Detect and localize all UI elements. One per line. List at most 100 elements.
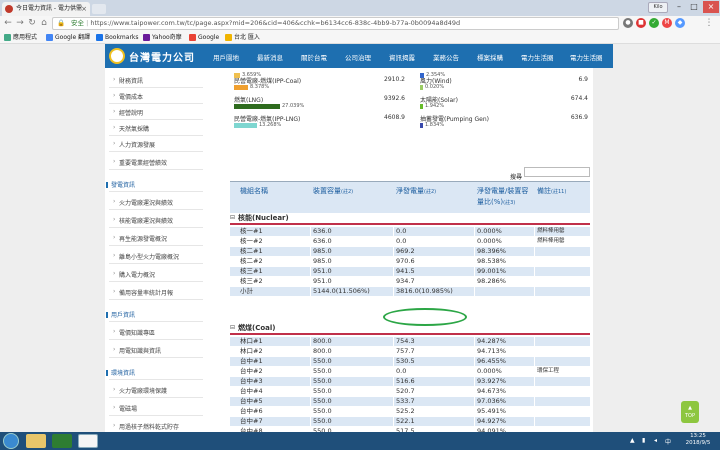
tab-close-icon[interactable]: × bbox=[81, 2, 87, 16]
table-row[interactable]: 核二#2 985.0 970.6 98.538% bbox=[230, 257, 590, 266]
chrome-icon[interactable] bbox=[78, 434, 98, 448]
group-nuclear[interactable]: 核能(Nuclear) bbox=[230, 213, 590, 223]
sidebar-item[interactable]: 購入電力概況 bbox=[105, 270, 205, 279]
close-window-icon[interactable]: × bbox=[703, 1, 719, 13]
table-row[interactable]: 核一#1 636.0 0.0 0.000% 燃料棒用罄 bbox=[230, 227, 590, 236]
maximize-icon[interactable]: □ bbox=[687, 1, 701, 13]
adblock-icon[interactable]: ■ bbox=[636, 18, 646, 28]
sidebar-item[interactable]: 天然氣採購 bbox=[105, 124, 205, 133]
volume-icon[interactable]: ◂ bbox=[654, 437, 657, 444]
browser-tab[interactable]: 今日電力資訊 - 電力供需 × bbox=[2, 2, 90, 16]
bookmark-apps[interactable]: 應用程式 bbox=[4, 31, 37, 44]
table-cell: 550.0 bbox=[313, 377, 332, 385]
reload-icon[interactable]: ↻ bbox=[26, 17, 38, 29]
bookmark-google[interactable]: Google bbox=[189, 31, 219, 44]
menu-item-6[interactable]: 業務公告 bbox=[433, 52, 459, 62]
gmail-icon[interactable]: M bbox=[662, 18, 672, 28]
table-cell: 985.0 bbox=[313, 247, 332, 255]
sidebar-divider bbox=[109, 245, 203, 246]
sidebar-item[interactable]: 火力電廠運況與績效 bbox=[105, 198, 205, 207]
table-row[interactable]: 台中#7 550.0 522.1 94.927% bbox=[230, 417, 590, 426]
bookmark-google-translate[interactable]: Google 翻譯 bbox=[46, 31, 90, 44]
sidebar-item[interactable]: 核能電廠運況與績效 bbox=[105, 216, 205, 225]
menu-item-4[interactable]: 公司治理 bbox=[345, 52, 371, 62]
menu-item-5[interactable]: 資訊揭露 bbox=[389, 52, 415, 62]
table-cell: 800.0 bbox=[313, 337, 332, 345]
minimize-icon[interactable]: – bbox=[672, 1, 686, 13]
excel-icon[interactable] bbox=[52, 434, 72, 448]
table-row[interactable]: 台中#2 550.0 0.0 0.000% 環保工程 bbox=[230, 367, 590, 376]
menu-item-9[interactable]: 電力生活圈 bbox=[570, 52, 603, 62]
cell-divider bbox=[310, 377, 311, 386]
cell-divider bbox=[534, 387, 535, 396]
table-cell: 98.396% bbox=[477, 247, 506, 255]
back-to-top-button[interactable]: ▲ TOP bbox=[681, 401, 699, 423]
bookmark-bookmarks[interactable]: Bookmarks bbox=[96, 31, 139, 44]
table-row[interactable]: 核一#2 636.0 0.0 0.000% 燃料棒用罄 bbox=[230, 237, 590, 246]
bookmark-import[interactable]: 台北 匯入 bbox=[225, 31, 260, 44]
capacity-bar bbox=[234, 123, 257, 128]
sidebar-item[interactable]: 人力資源發展 bbox=[105, 140, 205, 149]
table-cell: 核一#1 bbox=[240, 227, 263, 235]
sidebar-item[interactable]: 電價知識專區 bbox=[105, 328, 205, 337]
table-row[interactable]: 核三#1 951.0 941.5 99.001% bbox=[230, 267, 590, 276]
sidebar-item[interactable]: 備用容量率統計月報 bbox=[105, 288, 205, 297]
taipower-logo-icon[interactable] bbox=[109, 48, 125, 64]
bookmark-yahoo[interactable]: Yahoo奇摩 bbox=[143, 31, 182, 44]
table-cell: 94.713% bbox=[477, 347, 506, 355]
user-profile-badge[interactable]: Kilo bbox=[648, 2, 668, 13]
sidebar-item[interactable]: 用電知識與資訊 bbox=[105, 346, 205, 355]
tray-up-icon[interactable]: ▲ bbox=[630, 437, 635, 444]
table-cell: 台中#5 bbox=[240, 397, 263, 405]
ime-icon[interactable]: 中 bbox=[665, 437, 671, 446]
cell-divider bbox=[534, 237, 535, 246]
menu-icon[interactable]: ⋮ bbox=[703, 17, 715, 29]
sidebar-item[interactable]: 經營說明 bbox=[105, 108, 205, 117]
new-tab-button[interactable] bbox=[92, 4, 106, 14]
table-row[interactable]: 台中#1 550.0 530.5 96.455% bbox=[230, 357, 590, 366]
back-icon[interactable]: ← bbox=[2, 17, 14, 29]
sidebar-item[interactable]: 電磁場 bbox=[105, 404, 205, 413]
sidebar-item[interactable]: 離島小型火力電廠概況 bbox=[105, 252, 205, 261]
system-clock[interactable]: 13:25 2018/9/5 bbox=[678, 433, 718, 447]
table-row[interactable]: 林口#1 800.0 754.3 94.287% bbox=[230, 337, 590, 346]
extension-blue-icon[interactable]: ◆ bbox=[675, 18, 685, 28]
table-row[interactable]: 台中#6 550.0 525.2 95.491% bbox=[230, 407, 590, 416]
search-input[interactable] bbox=[524, 167, 590, 177]
sidebar-item[interactable]: 發電資訊 bbox=[105, 180, 205, 189]
forward-icon[interactable]: → bbox=[14, 17, 26, 29]
sidebar-item[interactable]: 火力電廠環境保護 bbox=[105, 386, 205, 395]
sidebar-item[interactable]: 財務資訊 bbox=[105, 76, 205, 85]
cell-divider bbox=[474, 257, 475, 266]
sidebar-divider bbox=[109, 191, 203, 192]
network-icon[interactable]: ▮ bbox=[642, 437, 645, 444]
table-row[interactable]: 林口#2 800.0 757.7 94.713% bbox=[230, 347, 590, 356]
start-button[interactable] bbox=[3, 433, 19, 449]
site-logo-text[interactable]: 台灣電力公司 bbox=[129, 49, 195, 64]
table-row[interactable]: 台中#4 550.0 520.7 94.673% bbox=[230, 387, 590, 396]
menu-item-8[interactable]: 電力生活圈 bbox=[521, 52, 554, 62]
table-row[interactable]: 小計 5144.0(11.506%) 3816.0(10.985%) bbox=[230, 287, 590, 296]
table-cell: 核二#2 bbox=[240, 257, 263, 265]
table-row[interactable]: 台中#3 550.0 516.6 93.927% bbox=[230, 377, 590, 386]
table-row[interactable]: 台中#5 550.0 533.7 97.036% bbox=[230, 397, 590, 406]
cell-divider bbox=[310, 267, 311, 276]
menu-item-7[interactable]: 標案採購 bbox=[477, 52, 503, 62]
home-icon[interactable]: ⌂ bbox=[38, 17, 50, 29]
extension-icon[interactable]: ● bbox=[623, 18, 633, 28]
shield-icon[interactable]: ✓ bbox=[649, 18, 659, 28]
menu-item-2[interactable]: 最新消息 bbox=[257, 52, 283, 62]
sidebar-item[interactable]: 環境資訊 bbox=[105, 368, 205, 377]
capacity-value: 636.9 bbox=[570, 114, 588, 121]
sidebar-item[interactable]: 再生能源發電概況 bbox=[105, 234, 205, 243]
table-row[interactable]: 核三#2 951.0 934.7 98.286% bbox=[230, 277, 590, 286]
table-row[interactable]: 核二#1 985.0 969.2 98.396% bbox=[230, 247, 590, 256]
menu-item-1[interactable]: 用戶園地 bbox=[213, 52, 239, 62]
menu-item-3[interactable]: 關於台電 bbox=[301, 52, 327, 62]
file-explorer-icon[interactable] bbox=[26, 434, 46, 448]
sidebar-item[interactable]: 用過核子燃料乾式貯存 bbox=[105, 422, 205, 431]
sidebar-item[interactable]: 用戶資訊 bbox=[105, 310, 205, 319]
url-input[interactable]: 🔒 安全 | https://www.taipower.com.tw/tc/pa… bbox=[52, 17, 619, 30]
sidebar-item[interactable]: 重要電業經營績效 bbox=[105, 158, 205, 167]
sidebar-item[interactable]: 電價成本 bbox=[105, 92, 205, 101]
